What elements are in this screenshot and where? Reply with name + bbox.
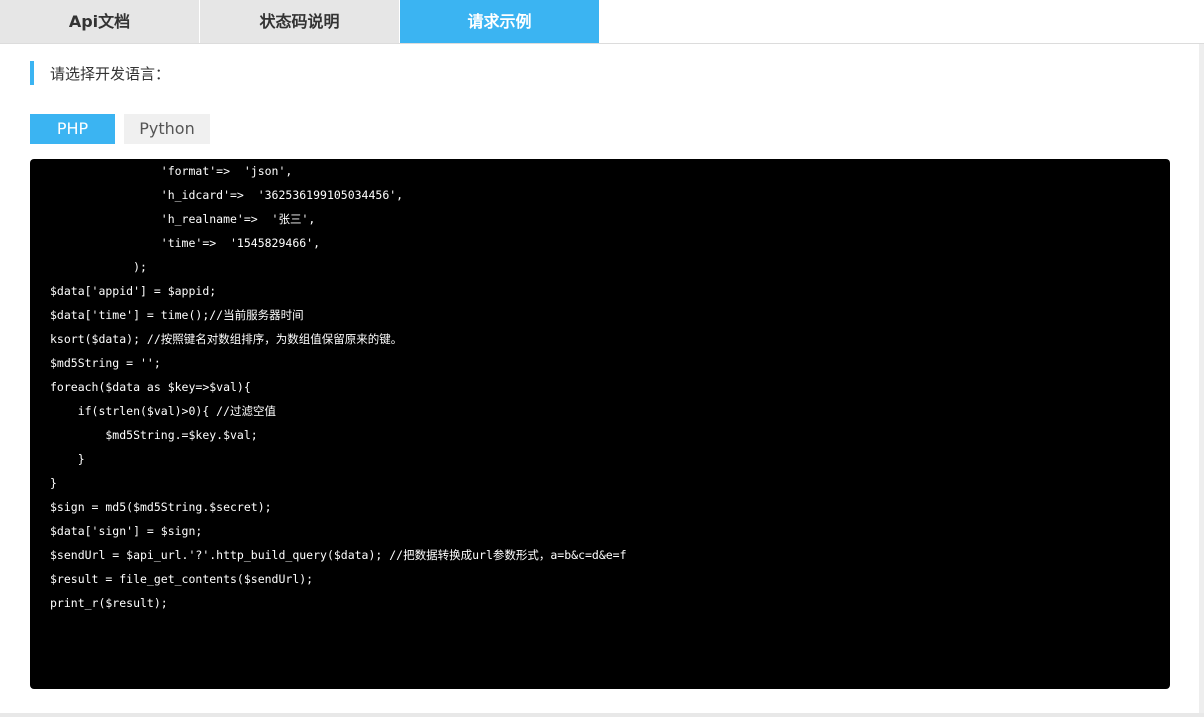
code-line: $data['sign'] = $sign;	[50, 524, 203, 538]
code-line: 'time'=> '1545829466',	[50, 236, 321, 250]
code-line: $data['time'] = time();//当前服务器时间	[50, 308, 304, 322]
code-line: $sendUrl = $api_url.'?'.http_build_query…	[50, 548, 627, 562]
vertical-scrollbar[interactable]	[1199, 44, 1204, 714]
code-line: }	[50, 476, 57, 490]
code-line: 'h_realname'=> '张三',	[50, 212, 316, 226]
code-line: $data['appid'] = $appid;	[50, 284, 217, 298]
code-line: 'h_idcard'=> '362536199105034456',	[50, 188, 404, 202]
code-line: $md5String = '';	[50, 356, 161, 370]
code-line: }	[50, 452, 85, 466]
code-line: if(strlen($val)>0){ //过滤空值	[50, 404, 277, 418]
horizontal-scrollbar[interactable]	[0, 713, 1204, 717]
code-block: 'format'=> 'json', 'h_idcard'=> '3625361…	[30, 159, 1170, 689]
code-line: 'format'=> 'json',	[50, 164, 293, 178]
code-line: );	[50, 260, 147, 274]
tab-status-codes[interactable]: 状态码说明	[200, 0, 399, 43]
code-line: $sign = md5($md5String.$secret);	[50, 500, 272, 514]
language-python-button[interactable]: Python	[124, 114, 210, 144]
tab-api-docs[interactable]: Api文档	[0, 0, 199, 43]
tab-bar: Api文档 状态码说明 请求示例	[0, 0, 1204, 44]
code-line: $md5String.=$key.$val;	[50, 428, 258, 442]
code-line: foreach($data as $key=>$val){	[50, 380, 251, 394]
code-line: ksort($data); //按照键名对数组排序，为数组值保留原来的键。	[50, 332, 403, 346]
code-line: $result = file_get_contents($sendUrl);	[50, 572, 314, 586]
language-php-button[interactable]: PHP	[30, 114, 115, 144]
code-line: print_r($result);	[50, 596, 168, 610]
tab-request-example[interactable]: 请求示例	[400, 0, 599, 43]
section-label: 请选择开发语言：	[30, 61, 170, 85]
